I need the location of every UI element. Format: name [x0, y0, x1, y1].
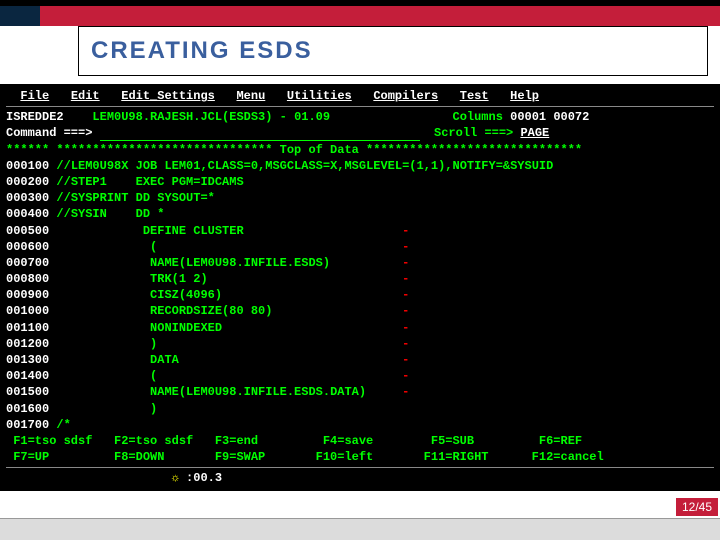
line-text: ): [56, 337, 157, 351]
continuation-dash: -: [402, 385, 409, 399]
line-text: (: [56, 369, 157, 383]
line-number: 000700: [6, 256, 56, 270]
code-line[interactable]: 000600 ( -: [6, 239, 714, 255]
dataset-line: ISREDDE2 LEM0U98.RAJESH.JCL(ESDS3) - 01.…: [6, 109, 714, 125]
line-text: //LEM0U98X JOB LEM01,CLASS=0,MSGCLASS=X,…: [56, 159, 553, 173]
command-label: Command ===>: [6, 126, 92, 140]
line-text: RECORDSIZE(80 80): [56, 304, 272, 318]
line-text: //SYSPRINT DD SYSOUT=*: [56, 191, 214, 205]
line-number: 001400: [6, 369, 56, 383]
line-number: 000500: [6, 224, 56, 238]
bulb-icon: ☼: [172, 471, 179, 485]
code-line[interactable]: 001200 ) -: [6, 336, 714, 352]
tray-bar: [0, 518, 720, 540]
line-text: DEFINE CLUSTER: [56, 224, 243, 238]
code-line[interactable]: 001300 DATA -: [6, 352, 714, 368]
line-text: ): [56, 402, 157, 416]
line-number: 001200: [6, 337, 56, 351]
status-line: ☼ :00.3: [6, 470, 714, 486]
line-number: 000100: [6, 159, 56, 173]
code-line[interactable]: 000800 TRK(1 2) -: [6, 271, 714, 287]
slide-title-area: CREATING ESDS: [78, 26, 708, 76]
line-text: //SYSIN DD *: [56, 207, 164, 221]
menu-menu[interactable]: Menu: [236, 89, 265, 103]
line-number: 000300: [6, 191, 56, 205]
line-number: 000200: [6, 175, 56, 189]
continuation-dash: -: [402, 240, 409, 254]
top-of-data: ****** ****************************** To…: [6, 142, 714, 158]
code-line[interactable]: 001000 RECORDSIZE(80 80) -: [6, 303, 714, 319]
line-number: 001700: [6, 418, 56, 432]
menu-help[interactable]: Help: [510, 89, 539, 103]
line-text: /*: [56, 418, 70, 432]
bottom-separator: [6, 467, 714, 468]
continuation-dash: -: [402, 224, 409, 238]
code-line[interactable]: 001100 NONINDEXED -: [6, 320, 714, 336]
line-text: TRK(1 2): [56, 272, 207, 286]
code-line[interactable]: 000300 //SYSPRINT DD SYSOUT=*: [6, 190, 714, 206]
scroll-value[interactable]: PAGE: [520, 126, 549, 140]
continuation-dash: -: [402, 256, 409, 270]
line-number: 001300: [6, 353, 56, 367]
dataset-name: LEM0U98.RAJESH.JCL(ESDS3): [92, 110, 272, 124]
line-number: 000600: [6, 240, 56, 254]
line-number: 000400: [6, 207, 56, 221]
continuation-dash: -: [402, 304, 409, 318]
continuation-dash: -: [402, 337, 409, 351]
code-line[interactable]: 000400 //SYSIN DD *: [6, 206, 714, 222]
code-line[interactable]: 000500 DEFINE CLUSTER -: [6, 223, 714, 239]
code-line[interactable]: 001700 /*: [6, 417, 714, 433]
continuation-dash: -: [402, 272, 409, 286]
code-line[interactable]: 000900 CISZ(4096) -: [6, 287, 714, 303]
line-number: 001100: [6, 321, 56, 335]
columns-label: Columns: [453, 110, 503, 124]
code-line[interactable]: 000200 //STEP1 EXEC PGM=IDCAMS: [6, 174, 714, 190]
program-id: ISREDDE2: [6, 110, 64, 124]
menu-utilities[interactable]: Utilities: [287, 89, 352, 103]
line-text: DATA: [56, 353, 178, 367]
red-accent-bar: [0, 6, 720, 26]
code-line[interactable]: 000700 NAME(LEM0U98.INFILE.ESDS) -: [6, 255, 714, 271]
continuation-dash: -: [402, 353, 409, 367]
line-number: 000900: [6, 288, 56, 302]
menu-compilers[interactable]: Compilers: [373, 89, 438, 103]
scroll-label: Scroll ===>: [434, 126, 513, 140]
slide-title: CREATING ESDS: [91, 37, 695, 65]
line-text: CISZ(4096): [56, 288, 222, 302]
line-number: 000800: [6, 272, 56, 286]
menu-test[interactable]: Test: [460, 89, 489, 103]
menubar[interactable]: File Edit Edit_Settings Menu Utilities C…: [6, 88, 714, 104]
line-number: 001000: [6, 304, 56, 318]
menu-edit[interactable]: Edit: [71, 89, 100, 103]
line-text: //STEP1 EXEC PGM=IDCAMS: [56, 175, 243, 189]
continuation-dash: -: [402, 321, 409, 335]
code-line[interactable]: 000100 //LEM0U98X JOB LEM01,CLASS=0,MSGC…: [6, 158, 714, 174]
continuation-dash: -: [402, 369, 409, 383]
menubar-separator: [6, 106, 714, 107]
command-line: Command ===> Scroll ===> PAGE: [6, 125, 714, 141]
ispf-editor-terminal: File Edit Edit_Settings Menu Utilities C…: [0, 84, 720, 491]
menu-edit-settings[interactable]: Edit_Settings: [121, 89, 215, 103]
columns-value: 00001 00072: [510, 110, 589, 124]
code-line[interactable]: 001600 ): [6, 401, 714, 417]
command-input[interactable]: [100, 126, 420, 141]
line-number: 001600: [6, 402, 56, 416]
code-line[interactable]: 001400 ( -: [6, 368, 714, 384]
fkey-row-2: F7=UP F8=DOWN F9=SWAP F10=left F11=RIGHT…: [6, 449, 714, 465]
line-text: NAME(LEM0U98.INFILE.ESDS): [56, 256, 330, 270]
line-number: 001500: [6, 385, 56, 399]
slide-number: 12/45: [676, 498, 718, 516]
continuation-dash: -: [402, 288, 409, 302]
code-line[interactable]: 001500 NAME(LEM0U98.INFILE.ESDS.DATA) -: [6, 384, 714, 400]
menu-file[interactable]: File: [20, 89, 49, 103]
line-text: NAME(LEM0U98.INFILE.ESDS.DATA): [56, 385, 366, 399]
editor-body[interactable]: 000100 //LEM0U98X JOB LEM01,CLASS=0,MSGC…: [6, 158, 714, 433]
line-text: (: [56, 240, 157, 254]
line-text: NONINDEXED: [56, 321, 222, 335]
fkey-row-1: F1=tso sdsf F2=tso sdsf F3=end F4=save F…: [6, 433, 714, 449]
